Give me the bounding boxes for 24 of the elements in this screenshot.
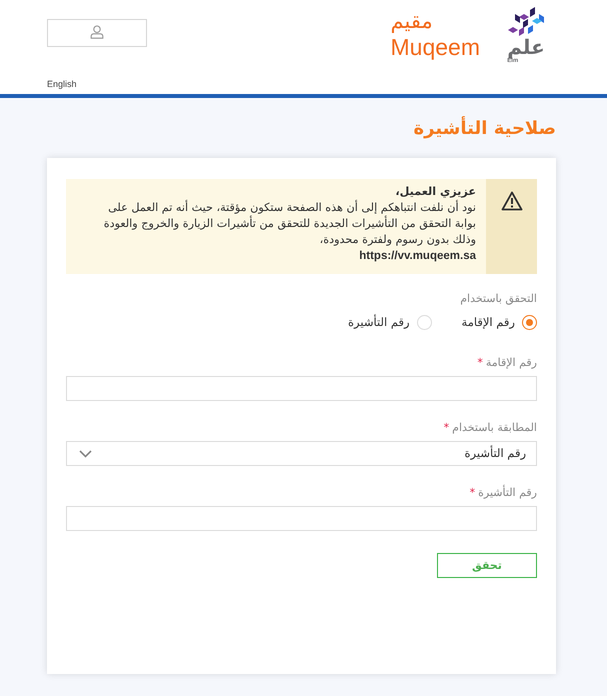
input-field[interactable]: [66, 376, 537, 402]
input-field[interactable]: [66, 506, 537, 532]
required-asterisk: *: [470, 486, 476, 500]
radio-label[interactable]: رقم الإقامة: [462, 314, 515, 332]
user-button[interactable]: [47, 19, 147, 47]
required-asterisk: *: [477, 356, 483, 370]
logo-arabic-text: علم: [507, 38, 545, 57]
page-title: صلاحية التأشيرة: [414, 115, 556, 141]
required-asterisk: *: [444, 421, 450, 436]
field-label: رقم الإقامة: [486, 356, 537, 370]
group-label: التحقق باستخدام: [460, 292, 537, 305]
select-field[interactable]: رقم التأشيرة: [66, 441, 537, 466]
field-label: رقم التأشيرة: [478, 486, 537, 500]
user-icon: [90, 25, 104, 39]
notice-link[interactable]: https://vv.muqeem.sa: [359, 250, 476, 262]
warning-icon: [500, 191, 522, 211]
logo-arabic-text: مقيم: [390, 8, 433, 34]
notice-heading: عزيزي العميل،: [394, 184, 476, 200]
chevron-down-icon: [79, 450, 92, 458]
radio-label[interactable]: رقم التأشيرة: [348, 314, 410, 332]
field-label: المطابقة باستخدام: [452, 421, 537, 436]
logo-text: Muqeem: [390, 34, 480, 60]
radio-button[interactable]: [522, 315, 537, 330]
language-link[interactable]: English: [47, 78, 77, 92]
